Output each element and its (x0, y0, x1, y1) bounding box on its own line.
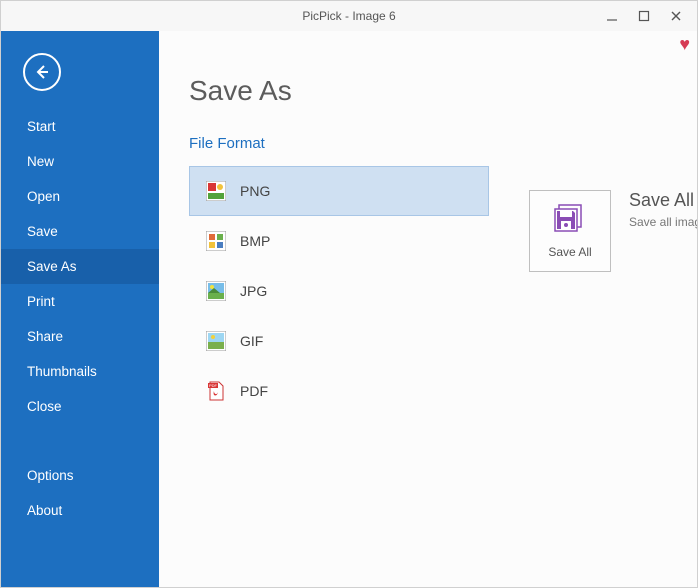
sidebar: Start New Open Save Save As Print Share … (1, 31, 159, 587)
save-all-button[interactable]: Save All (529, 190, 611, 272)
save-all-icon (553, 203, 587, 237)
format-item-pdf[interactable]: PDF PDF (189, 366, 489, 416)
svg-text:PDF: PDF (209, 383, 218, 388)
minimize-button[interactable] (597, 5, 627, 27)
sidebar-item-save[interactable]: Save (1, 214, 159, 249)
format-item-gif[interactable]: GIF (189, 316, 489, 366)
sidebar-item-start[interactable]: Start (1, 109, 159, 144)
sidebar-menu: Start New Open Save Save As Print Share … (1, 109, 159, 528)
main-panel: Save As File Format PNG BMP (159, 31, 697, 587)
gif-icon (206, 331, 226, 351)
app-window: PicPick - Image 6 ♥ Start New O (0, 0, 698, 588)
sidebar-item-close[interactable]: Close (1, 389, 159, 424)
sidebar-item-about[interactable]: About (1, 493, 159, 528)
save-all-title: Save All (629, 190, 697, 211)
sidebar-item-new[interactable]: New (1, 144, 159, 179)
format-label: PDF (240, 383, 268, 399)
sidebar-item-print[interactable]: Print (1, 284, 159, 319)
back-button[interactable] (23, 53, 61, 91)
format-item-png[interactable]: PNG (189, 166, 489, 216)
app-body: Start New Open Save Save As Print Share … (1, 31, 697, 587)
section-label: File Format (189, 135, 697, 152)
window-title: PicPick - Image 6 (302, 9, 395, 23)
jpg-icon (206, 281, 226, 301)
png-icon (206, 181, 226, 201)
sidebar-item-save-as[interactable]: Save As (1, 249, 159, 284)
favorite-icon[interactable]: ♥ (679, 34, 690, 55)
save-all-panel: Save All Save All Save all image (529, 190, 697, 272)
sidebar-item-thumbnails[interactable]: Thumbnails (1, 354, 159, 389)
title-bar: PicPick - Image 6 (1, 1, 697, 31)
arrow-left-icon (33, 63, 51, 81)
format-item-bmp[interactable]: BMP (189, 216, 489, 266)
save-all-subtitle: Save all image (629, 215, 697, 229)
format-label: GIF (240, 333, 263, 349)
maximize-button[interactable] (629, 5, 659, 27)
window-controls (597, 5, 691, 27)
page-title: Save As (189, 75, 697, 107)
bmp-icon (206, 231, 226, 251)
pdf-icon: PDF (206, 381, 226, 401)
sidebar-item-open[interactable]: Open (1, 179, 159, 214)
close-button[interactable] (661, 5, 691, 27)
format-label: JPG (240, 283, 267, 299)
format-list: PNG BMP JPG (189, 166, 489, 416)
sidebar-spacer (1, 424, 159, 458)
sidebar-item-options[interactable]: Options (1, 458, 159, 493)
format-item-jpg[interactable]: JPG (189, 266, 489, 316)
save-all-button-label: Save All (548, 245, 591, 259)
format-label: PNG (240, 183, 270, 199)
format-label: BMP (240, 233, 270, 249)
sidebar-item-share[interactable]: Share (1, 319, 159, 354)
save-all-description: Save All Save all image (629, 190, 697, 229)
